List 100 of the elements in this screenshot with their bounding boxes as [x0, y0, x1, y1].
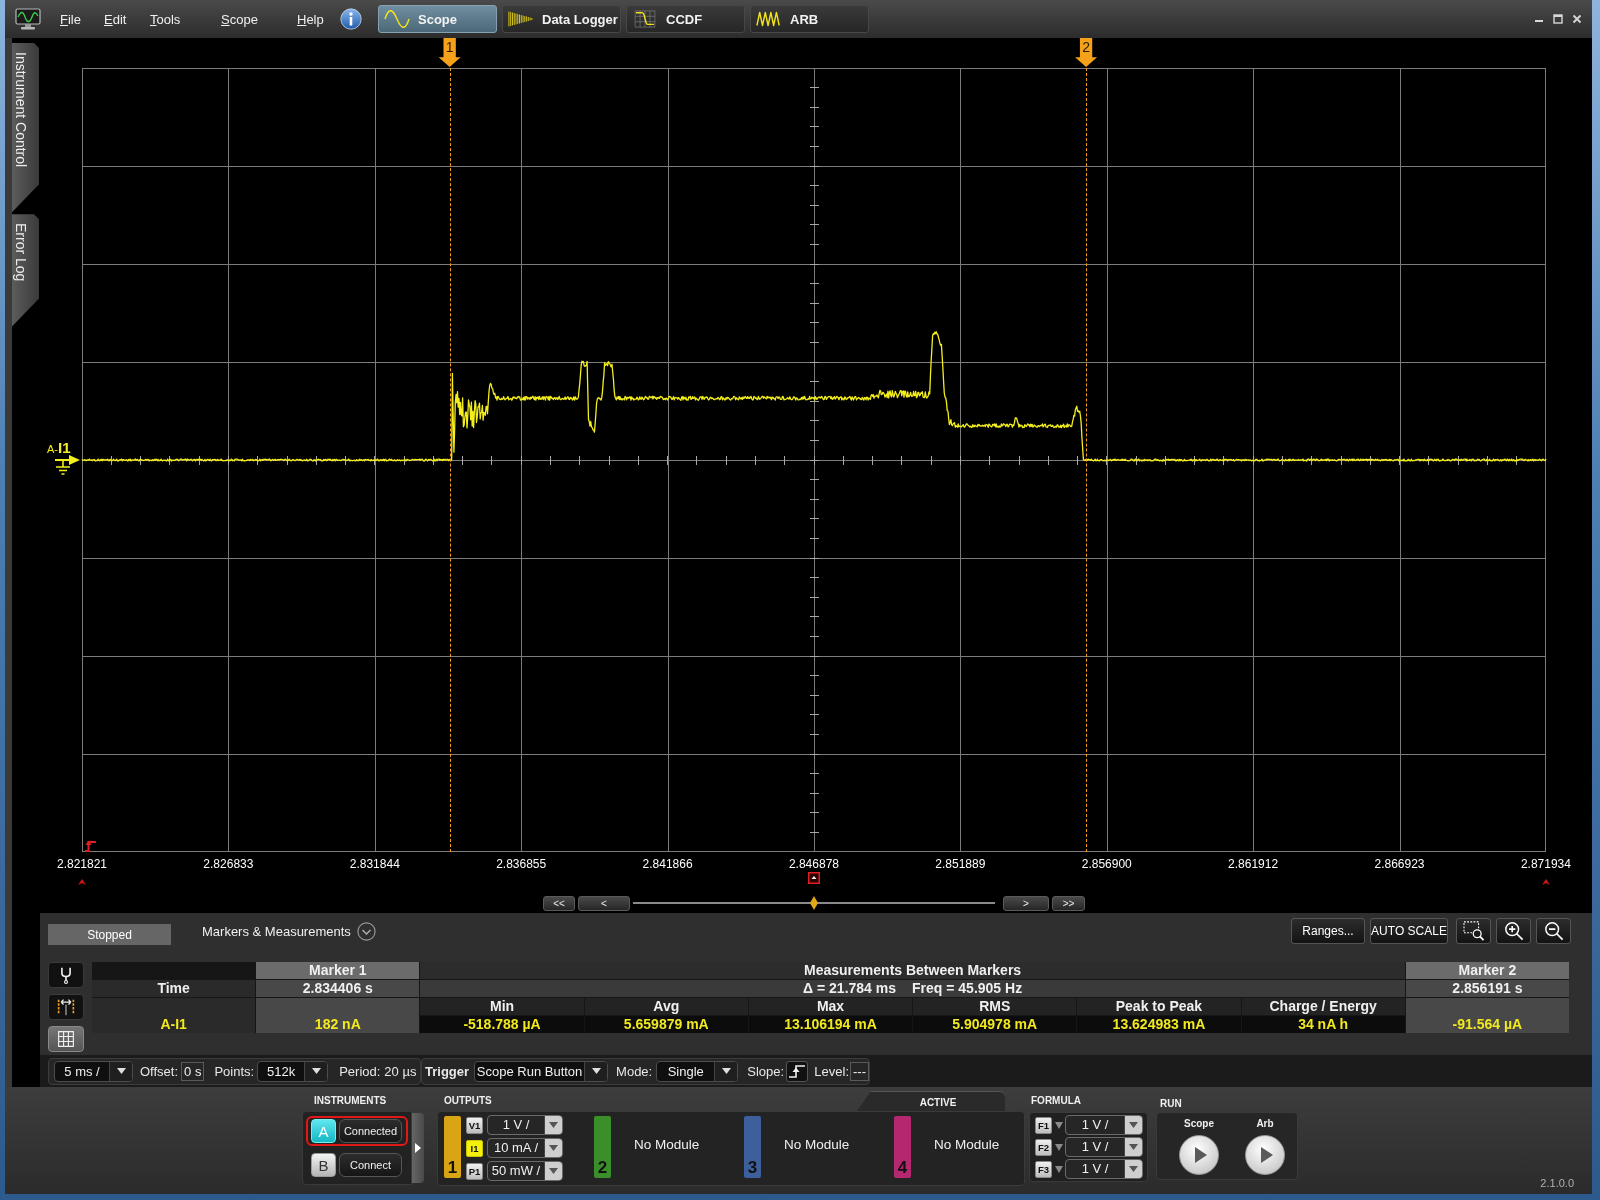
- frequency-value: Freq = 45.905 Hz: [912, 980, 1023, 997]
- scroll-button[interactable]: <<: [543, 895, 575, 911]
- column-header: Measurements Between Markers: [420, 962, 1405, 979]
- caret-icon[interactable]: [1055, 1121, 1063, 1129]
- menu-item[interactable]: Tools: [150, 11, 221, 27]
- marker-flag[interactable]: 2: [1075, 38, 1098, 67]
- scale-dropdown[interactable]: 50 mW /: [487, 1161, 563, 1181]
- zoom-in-icon: [1502, 920, 1525, 941]
- scale-dropdown[interactable]: 10 mA /: [487, 1138, 563, 1158]
- field-label: Offset:: [140, 1063, 179, 1079]
- trigger-dropdown[interactable]: Scope Run Button: [474, 1060, 609, 1082]
- column-header: Marker 1: [256, 962, 420, 979]
- scale-dropdown[interactable]: 1 V /: [1065, 1159, 1143, 1179]
- zoom-out-button[interactable]: [1536, 917, 1571, 944]
- slope-button[interactable]: [786, 1060, 809, 1082]
- ground-arrow-icon[interactable]: [53, 453, 81, 475]
- caret-icon: [1129, 1144, 1138, 1150]
- up-arrow-icon[interactable]: [1541, 879, 1550, 885]
- table-cell: -91.564 µA: [1405, 998, 1569, 1033]
- table-cell: 2.834406 s: [256, 980, 420, 997]
- delta-time: Δ = 21.784 ms: [803, 980, 896, 997]
- channel-tag[interactable]: P1: [466, 1162, 483, 1180]
- channel-tag[interactable]: V1: [466, 1116, 483, 1134]
- offset-field[interactable]: 0 s: [181, 1061, 205, 1081]
- table-cell: 5.659879 mA: [584, 1016, 748, 1033]
- field-label: Period:: [339, 1063, 381, 1079]
- action-button[interactable]: Ranges...: [1291, 917, 1365, 944]
- connect-button[interactable]: Connected: [339, 1119, 402, 1143]
- square-marker-icon[interactable]: [807, 872, 820, 884]
- close-icon[interactable]: [1572, 14, 1582, 24]
- scroll-button[interactable]: >>: [1052, 895, 1085, 911]
- chevron-down-icon[interactable]: [356, 922, 376, 941]
- up-arrow-icon[interactable]: [78, 879, 86, 885]
- menu-item[interactable]: Help: [297, 11, 340, 27]
- play-button[interactable]: [1179, 1135, 1219, 1175]
- row-label: Time: [92, 980, 256, 997]
- marker-flag[interactable]: 1: [438, 38, 461, 67]
- action-button[interactable]: AUTO SCALE: [1370, 917, 1448, 944]
- level-field[interactable]: ---: [850, 1061, 869, 1081]
- mode-tab[interactable]: Data Logger: [502, 5, 621, 33]
- channel-bar[interactable]: 1: [444, 1116, 461, 1178]
- triangle-right-icon: [415, 1143, 421, 1153]
- tool-button[interactable]: [48, 1026, 84, 1052]
- tool-button[interactable]: [48, 962, 84, 988]
- menu-item[interactable]: Edit: [104, 11, 150, 27]
- version-label: 2.1.0.0: [1540, 1177, 1574, 1189]
- expand-button[interactable]: [412, 1113, 424, 1183]
- points-dropdown[interactable]: 512k: [257, 1060, 329, 1082]
- channel-tag[interactable]: I1: [466, 1139, 483, 1157]
- side-tab[interactable]: Error Log: [12, 214, 39, 327]
- axis-label: 2.826833: [202, 857, 255, 871]
- menu-item[interactable]: File: [60, 11, 104, 27]
- column-header: RMS: [913, 998, 1077, 1015]
- column-header: Max: [748, 998, 913, 1015]
- scale-dropdown[interactable]: 1 V /: [487, 1115, 563, 1135]
- scale-dropdown[interactable]: 1 V /: [1065, 1115, 1143, 1135]
- rising-edge-icon: [788, 1063, 807, 1079]
- caret-icon: [549, 1145, 558, 1151]
- info-icon[interactable]: [340, 8, 362, 30]
- group-title: OUTPUTS: [443, 1094, 492, 1108]
- mode-dropdown[interactable]: Single: [656, 1060, 739, 1082]
- instrument-button[interactable]: B: [311, 1153, 336, 1177]
- axis-label: 2.846878: [787, 857, 840, 871]
- scale-dropdown[interactable]: 1 V /: [1065, 1137, 1143, 1157]
- caret-icon[interactable]: [1055, 1165, 1063, 1173]
- scroll-button[interactable]: >: [1003, 895, 1049, 911]
- slider-thumb[interactable]: [810, 896, 818, 910]
- field-label: Points:: [214, 1063, 255, 1079]
- zoom-in-button[interactable]: [1496, 917, 1531, 944]
- side-tab[interactable]: Instrument Control: [12, 43, 39, 213]
- formula-tag[interactable]: F2: [1035, 1138, 1052, 1156]
- status-button[interactable]: Stopped: [48, 924, 171, 945]
- caret-icon[interactable]: [1055, 1143, 1063, 1151]
- field-label: Mode:: [616, 1063, 653, 1079]
- formula-tag[interactable]: F1: [1035, 1116, 1052, 1134]
- mode-tab[interactable]: CCDF: [626, 5, 745, 33]
- formula-tag[interactable]: F3: [1035, 1160, 1052, 1178]
- caret-icon: [311, 1068, 321, 1074]
- table-cell: 5.904978 mA: [913, 1016, 1077, 1033]
- zoom-box-button[interactable]: [1456, 917, 1491, 944]
- maximize-icon[interactable]: [1553, 14, 1563, 24]
- mode-tab[interactable]: Scope: [378, 5, 497, 33]
- menu-item[interactable]: Scope: [221, 11, 297, 27]
- trigger-edge-icon[interactable]: [84, 838, 97, 852]
- connect-button[interactable]: Connect: [339, 1153, 402, 1177]
- timebase-dropdown[interactable]: 5 ms /: [54, 1060, 133, 1082]
- axis-label: 2.841866: [641, 857, 694, 871]
- play-button[interactable]: [1245, 1135, 1285, 1175]
- zigzag-wave-icon: [756, 10, 782, 28]
- caret-icon: [1129, 1166, 1138, 1172]
- scroll-button[interactable]: <: [578, 895, 630, 911]
- caret-icon: [549, 1122, 558, 1128]
- tool-button[interactable]: [48, 994, 84, 1020]
- burst-wave-icon: [508, 10, 534, 28]
- section-tab[interactable]: ACTIVE: [857, 1091, 1005, 1111]
- instrument-row[interactable]: A Connected: [306, 1116, 408, 1146]
- instrument-row[interactable]: B Connect: [306, 1150, 408, 1180]
- group-title: INSTRUMENTS: [313, 1094, 387, 1108]
- channel-bar[interactable]: 2: [594, 1116, 611, 1178]
- mode-tab[interactable]: ARB: [750, 5, 869, 33]
